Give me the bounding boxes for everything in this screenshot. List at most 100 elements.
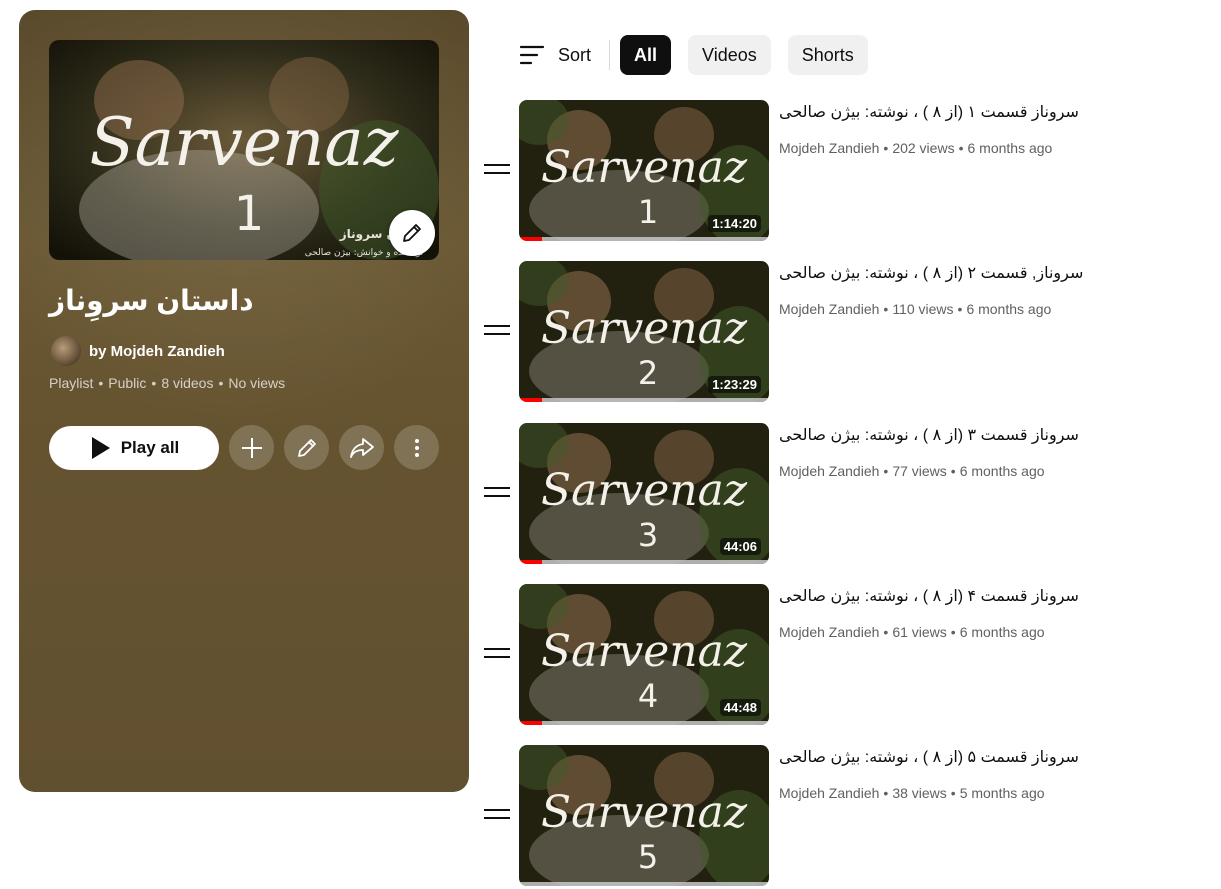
thumbnail-overlay-title: Sarvenaz bbox=[541, 626, 748, 677]
separator-dot: • bbox=[98, 375, 104, 391]
video-title[interactable]: سروناز, قسمت ۲ (از ۸ ) ، نوشته: بیژن صال… bbox=[779, 263, 1159, 285]
channel-name[interactable]: Mojdeh Zandieh bbox=[779, 140, 879, 156]
drag-line bbox=[484, 817, 510, 819]
owner-name[interactable]: by Mojdeh Zandieh bbox=[89, 343, 225, 360]
edit-thumbnail-button[interactable] bbox=[389, 210, 435, 256]
view-count: 110 views bbox=[892, 301, 954, 317]
video-title[interactable]: سروناز قسمت ۵ (از ۸ ) ، نوشته: بیژن صالح… bbox=[779, 747, 1159, 769]
playlist-privacy: Public bbox=[108, 375, 147, 391]
duration-badge: 44:48 bbox=[719, 699, 761, 716]
drag-line bbox=[484, 164, 510, 166]
video-meta: Mojdeh Zandieh • 61 views • 6 months ago bbox=[779, 624, 1045, 640]
duration-badge: 1:14:20 bbox=[708, 215, 761, 232]
separator-dot: • bbox=[883, 301, 889, 317]
separator-dot: • bbox=[883, 785, 889, 801]
drag-handle-icon[interactable] bbox=[484, 803, 510, 825]
channel-name[interactable]: Mojdeh Zandieh bbox=[779, 463, 879, 479]
thumbnail-overlay-title: Sarvenaz bbox=[541, 787, 748, 838]
upload-age: 5 months ago bbox=[959, 785, 1045, 801]
separator-dot: • bbox=[950, 624, 956, 640]
add-to-playlist-button[interactable] bbox=[229, 425, 274, 470]
play-all-label: Play all bbox=[120, 437, 180, 457]
video-meta: Mojdeh Zandieh • 38 views • 5 months ago bbox=[779, 785, 1045, 801]
drag-handle-icon[interactable] bbox=[484, 481, 510, 503]
playlist-owner[interactable]: by Mojdeh Zandieh bbox=[51, 336, 225, 366]
watch-progress-fill bbox=[519, 560, 542, 564]
chip-videos[interactable]: Videos bbox=[688, 35, 771, 75]
thumbnail-episode-number: 5 bbox=[638, 838, 658, 876]
video-meta: Mojdeh Zandieh • 77 views • 6 months ago bbox=[779, 463, 1045, 479]
playlist-actions: Play all bbox=[49, 425, 439, 470]
drag-line bbox=[484, 333, 510, 335]
playlist-video-row[interactable]: Sarvenaz 5 سروناز قسمت ۵ (از ۸ ) ، نوشته: … bbox=[480, 745, 1180, 889]
playlist-video-row[interactable]: Sarvenaz 4 44:48 سروناز قسمت ۴ (از ۸ ) ، نو… bbox=[480, 584, 1180, 728]
chip-shorts[interactable]: Shorts bbox=[787, 35, 868, 75]
watch-progress-bar bbox=[519, 882, 769, 886]
video-thumbnail[interactable]: Sarvenaz 5 bbox=[519, 745, 769, 886]
duration-badge: 1:23:29 bbox=[708, 376, 761, 393]
view-count: 61 views bbox=[892, 624, 947, 640]
video-title[interactable]: سروناز قسمت ۱ (از ۸ ) ، نوشته: بیژن صالح… bbox=[779, 102, 1159, 124]
video-thumbnail[interactable]: Sarvenaz 4 44:48 bbox=[519, 584, 769, 725]
drag-line bbox=[484, 648, 510, 650]
edit-playlist-button[interactable] bbox=[284, 425, 329, 470]
drag-line bbox=[484, 656, 510, 658]
separator-dot: • bbox=[218, 375, 224, 391]
drag-handle-icon[interactable] bbox=[484, 319, 510, 341]
duration-badge: 44:06 bbox=[719, 538, 761, 555]
video-thumbnail[interactable]: Sarvenaz 3 44:06 bbox=[519, 423, 769, 564]
sort-button[interactable]: Sort bbox=[518, 35, 609, 75]
view-count: 202 views bbox=[892, 140, 955, 156]
separator-dot: • bbox=[957, 301, 963, 317]
drag-line bbox=[484, 487, 510, 489]
thumbnail-episode-number: 4 bbox=[638, 677, 658, 715]
watch-progress-bar bbox=[519, 721, 769, 725]
plus-icon bbox=[241, 437, 262, 458]
toolbar-divider bbox=[609, 40, 611, 70]
separator-dot: • bbox=[151, 375, 157, 391]
channel-name[interactable]: Mojdeh Zandieh bbox=[779, 301, 879, 317]
playlist-meta: Playlist • Public • 8 videos • No views bbox=[49, 375, 285, 391]
separator-dot: • bbox=[883, 140, 889, 156]
more-vert-icon bbox=[414, 438, 419, 457]
playlist-video-row[interactable]: Sarvenaz 1 1:14:20 سروناز قسمت ۱ (از ۸ ) ، … bbox=[480, 100, 1180, 244]
more-actions-button[interactable] bbox=[394, 425, 439, 470]
video-title[interactable]: سروناز قسمت ۴ (از ۸ ) ، نوشته: بیژن صالح… bbox=[779, 586, 1159, 608]
pencil-icon bbox=[297, 438, 316, 457]
upload-age: 6 months ago bbox=[967, 140, 1053, 156]
thumbnail-overlay-title: Sarvenaz bbox=[541, 465, 748, 516]
channel-name[interactable]: Mojdeh Zandieh bbox=[779, 785, 879, 801]
drag-handle-icon[interactable] bbox=[484, 158, 510, 180]
watch-progress-bar bbox=[519, 237, 769, 241]
share-button[interactable] bbox=[339, 425, 384, 470]
playlist-type: Playlist bbox=[49, 375, 94, 391]
video-title[interactable]: سروناز قسمت ۳ (از ۸ ) ، نوشته: بیژن صالح… bbox=[779, 425, 1159, 447]
play-all-button[interactable]: Play all bbox=[49, 425, 219, 470]
thumbnail-episode-number: 1 bbox=[638, 193, 658, 231]
chip-all[interactable]: All bbox=[620, 35, 672, 75]
upload-age: 6 months ago bbox=[959, 463, 1045, 479]
upload-age: 6 months ago bbox=[966, 301, 1052, 317]
watch-progress-fill bbox=[519, 237, 542, 241]
video-thumbnail[interactable]: Sarvenaz 1 1:14:20 bbox=[519, 100, 769, 241]
drag-handle-icon[interactable] bbox=[484, 642, 510, 664]
hero-episode-number: 1 bbox=[234, 186, 265, 242]
thumbnail-episode-number: 3 bbox=[638, 516, 658, 554]
sort-label: Sort bbox=[558, 44, 592, 65]
playlist-video-count: 8 videos bbox=[161, 375, 214, 391]
playlist-header-panel: Sarvenaz 1 داستان سروناز نویسنده و خوانش… bbox=[19, 10, 469, 792]
playlist-video-row[interactable]: Sarvenaz 3 44:06 سروناز قسمت ۳ (از ۸ ) ، نو… bbox=[480, 423, 1180, 567]
drag-line bbox=[484, 325, 510, 327]
thumbnail-image: Sarvenaz5 bbox=[519, 745, 769, 886]
channel-name[interactable]: Mojdeh Zandieh bbox=[779, 624, 879, 640]
thumbnail-overlay-title: Sarvenaz bbox=[541, 303, 748, 354]
avatar[interactable] bbox=[51, 336, 81, 366]
share-icon bbox=[349, 437, 374, 458]
video-thumbnail[interactable]: Sarvenaz 2 1:23:29 bbox=[519, 261, 769, 402]
playlist-hero-thumbnail[interactable]: Sarvenaz 1 داستان سروناز نویسنده و خوانش… bbox=[49, 40, 439, 260]
playlist-video-row[interactable]: Sarvenaz 2 1:23:29 سروناز, قسمت ۲ (از ۸ ) ،… bbox=[480, 261, 1180, 405]
pencil-icon bbox=[403, 224, 421, 242]
upload-age: 6 months ago bbox=[959, 624, 1045, 640]
separator-dot: • bbox=[950, 463, 956, 479]
drag-line bbox=[484, 495, 510, 497]
